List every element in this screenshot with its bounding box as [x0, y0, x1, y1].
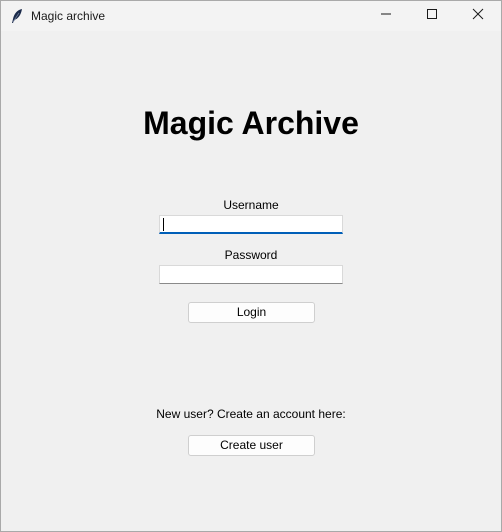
password-input[interactable] [159, 265, 343, 284]
password-label: Password [224, 248, 278, 262]
new-user-text: New user? Create an account here: [156, 407, 346, 421]
feather-icon [10, 8, 24, 24]
close-icon [472, 7, 484, 25]
app-heading: Magic Archive [143, 105, 359, 141]
close-button[interactable] [455, 1, 501, 31]
login-button[interactable]: Login [188, 302, 315, 323]
maximize-button[interactable] [409, 1, 455, 31]
username-label: Username [223, 198, 279, 212]
minimize-icon [380, 7, 392, 25]
text-caret [163, 218, 164, 231]
title-bar[interactable]: Magic archive [1, 1, 501, 31]
username-input[interactable] [159, 215, 343, 234]
create-user-button[interactable]: Create user [188, 435, 315, 456]
window-title: Magic archive [31, 9, 106, 23]
app-window: Magic archive Magic Archive Username Pas… [0, 0, 502, 532]
minimize-button[interactable] [363, 1, 409, 31]
maximize-icon [426, 7, 438, 25]
